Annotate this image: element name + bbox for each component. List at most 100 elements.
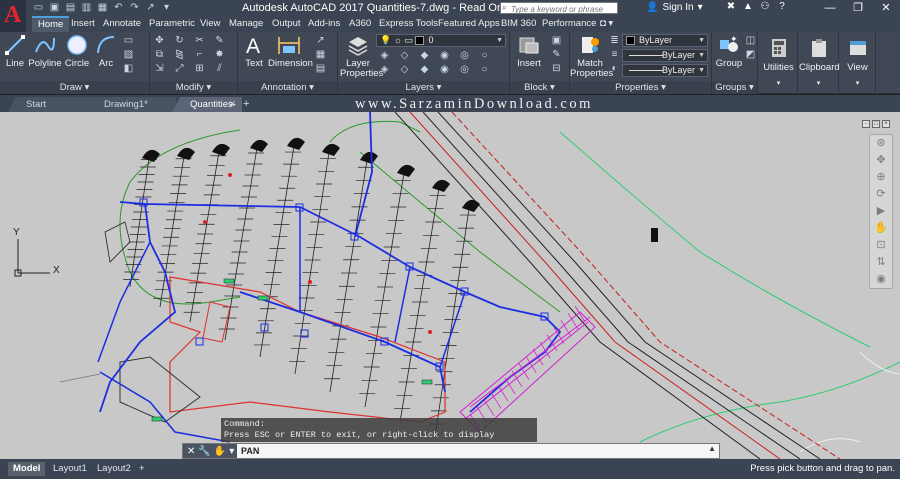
list-icon[interactable]: ≣	[608, 35, 621, 47]
layers-panel-label[interactable]: Layers ▾	[338, 81, 509, 94]
explode-icon[interactable]: ✸	[213, 49, 226, 61]
search-input[interactable]	[501, 4, 605, 15]
fillet-icon[interactable]: ⌐	[193, 49, 206, 61]
undo-icon[interactable]: ↶	[112, 1, 125, 14]
new-icon[interactable]: ▭	[32, 1, 45, 14]
save-as-icon[interactable]: ▥	[80, 1, 93, 14]
doc-tab-quantities[interactable]: Quantities-7*✕	[172, 97, 242, 112]
sign-in[interactable]: 👤 Sign In ▾	[646, 2, 703, 13]
showmotion-icon[interactable]: ▶	[870, 203, 892, 220]
tab-home[interactable]: Home	[32, 16, 70, 32]
edit-block-icon[interactable]: ✎	[550, 49, 563, 61]
hand-icon[interactable]: ✋	[870, 220, 892, 237]
close-button[interactable]: ✕	[872, 0, 900, 16]
layer-tool-icon-6[interactable]: ○	[478, 50, 491, 62]
help-icon[interactable]: ?	[776, 1, 788, 12]
walk-icon[interactable]: ⇅	[870, 254, 892, 271]
close-viewport-icon[interactable]: ×	[882, 120, 890, 128]
doc-tab-start[interactable]: Start	[8, 97, 94, 112]
move-icon[interactable]: ✥	[153, 35, 166, 47]
layer-tool-icon-3[interactable]: ◆	[418, 50, 431, 62]
layer-tool-icon-12[interactable]: ○	[478, 64, 491, 76]
tab-manage[interactable]: Manage	[223, 16, 269, 32]
chevron-up-icon[interactable]: ▲	[708, 444, 716, 453]
scale-icon[interactable]: ⤢	[173, 63, 186, 75]
draw-panel-label[interactable]: Draw ▾	[0, 81, 149, 94]
erase-icon[interactable]: ✎	[213, 35, 226, 47]
tab-add-ins[interactable]: Add-ins	[302, 16, 346, 32]
tab-performance[interactable]: Performance	[536, 16, 602, 32]
drawing-canvas[interactable]: - □ × ⊛ ✥ ⊕ ⟳ ▶ ✋ ⊡ ⇅ ◉ Y X	[0, 112, 900, 459]
orbit-icon[interactable]: ⟳	[870, 186, 892, 203]
tab-annotate[interactable]: Annotate	[97, 16, 147, 32]
annotation-panel-label[interactable]: Annotation ▾	[238, 81, 337, 94]
plot-icon[interactable]: ▦	[96, 1, 109, 14]
mirror-icon[interactable]: ⧎	[173, 49, 186, 61]
create-block-icon[interactable]: ▣	[550, 35, 563, 47]
close-icon[interactable]: ✕	[228, 97, 236, 112]
search-box[interactable]: ⌕	[500, 2, 618, 15]
linetype-dropdown[interactable]: ByLayer ▼	[622, 49, 708, 62]
layout-tab-layout2[interactable]: Layout2	[92, 462, 136, 476]
properties-panel-label[interactable]: Properties ▾	[570, 81, 711, 94]
polyline-button[interactable]: Polyline	[28, 34, 62, 69]
save-icon[interactable]: ▤	[64, 1, 77, 14]
redo-icon[interactable]: ↷	[128, 1, 141, 14]
view-button[interactable]: View ▾	[840, 32, 876, 94]
layer-tool-icon-10[interactable]: ◉	[438, 64, 451, 76]
close-icon[interactable]: ✕	[187, 446, 195, 457]
markup-icon[interactable]: ▤	[314, 63, 327, 75]
layer-tool-icon-4[interactable]: ◉	[438, 50, 451, 62]
pan-icon[interactable]: ✥	[870, 152, 892, 169]
color-dropdown[interactable]: ByLayer ▼	[622, 34, 708, 47]
chevron-down-icon[interactable]: ▾	[229, 446, 234, 457]
command-input[interactable]	[241, 445, 701, 457]
tab-insert[interactable]: Insert	[65, 16, 101, 32]
rotate-icon[interactable]: ↻	[173, 35, 186, 47]
group-button[interactable]: ✦ Group	[714, 34, 744, 69]
layer-tool-icon-2[interactable]: ◇	[398, 50, 411, 62]
layer-tool-icon-9[interactable]: ◆	[418, 64, 431, 76]
chevron-down-icon[interactable]: ▾	[160, 1, 173, 14]
lineweight-dropdown[interactable]: ByLayer ▼	[622, 64, 708, 77]
lineweight-icon[interactable]: ≡	[608, 49, 621, 61]
tab-output[interactable]: Output	[266, 16, 307, 32]
zoom-extents-icon[interactable]: ⊡	[870, 237, 892, 254]
store-icon[interactable]: ▲	[742, 1, 754, 12]
layer-properties-button[interactable]: Layer Properties	[340, 34, 383, 79]
tab-parametric[interactable]: Parametric	[143, 16, 201, 32]
app-menu-button[interactable]: A	[0, 0, 26, 34]
layer-tool-icon-1[interactable]: ◈	[378, 50, 391, 62]
arc-button[interactable]: Arc	[94, 34, 118, 69]
layer-tool-icon-5[interactable]: ◎	[458, 50, 471, 62]
modify-panel-label[interactable]: Modify ▾	[150, 81, 237, 94]
layer-tool-icon-7[interactable]: ◈	[378, 64, 391, 76]
new-tab-icon[interactable]: +	[243, 98, 249, 110]
line-button[interactable]: Line	[4, 34, 26, 69]
layout-tab-layout1[interactable]: Layout1	[48, 462, 92, 476]
insert-button[interactable]: Insert	[514, 34, 544, 69]
user-help-icon[interactable]: ⚇	[759, 1, 771, 12]
boundary-icon[interactable]: ◧	[122, 63, 135, 75]
hatch-icon[interactable]: ▨	[122, 49, 135, 61]
look-icon[interactable]: ◉	[870, 271, 892, 288]
add-layout-icon[interactable]: +	[134, 462, 150, 476]
layer-dropdown[interactable]: 💡 ☼ ▭ 0 ▼	[376, 34, 506, 47]
group-edit-icon[interactable]: ◩	[744, 49, 757, 61]
doc-tab-drawing1[interactable]: Drawing1*	[86, 97, 176, 112]
tab-view[interactable]: View	[194, 16, 226, 32]
layer-tool-icon-11[interactable]: ◎	[458, 64, 471, 76]
table-icon[interactable]: ▦	[314, 49, 327, 61]
stretch-icon[interactable]: ⇲	[153, 63, 166, 75]
block-attribute-icon[interactable]: ⊟	[550, 63, 563, 75]
clipboard-button[interactable]: Clipboard ▾	[799, 32, 840, 94]
minimize-viewport-icon[interactable]: -	[862, 120, 870, 128]
rectangle-icon[interactable]: ▭	[122, 35, 135, 47]
layer-tool-icon-8[interactable]: ◇	[398, 64, 411, 76]
ribbon-minimize-icon[interactable]: ◘ ▾	[594, 16, 619, 32]
copy-icon[interactable]: ⧉	[153, 49, 166, 61]
restore-button[interactable]: ❐	[844, 0, 872, 16]
maximize-viewport-icon[interactable]: □	[872, 120, 880, 128]
groups-panel-label[interactable]: Groups ▾	[712, 81, 757, 94]
zoom-icon[interactable]: ⊕	[870, 169, 892, 186]
